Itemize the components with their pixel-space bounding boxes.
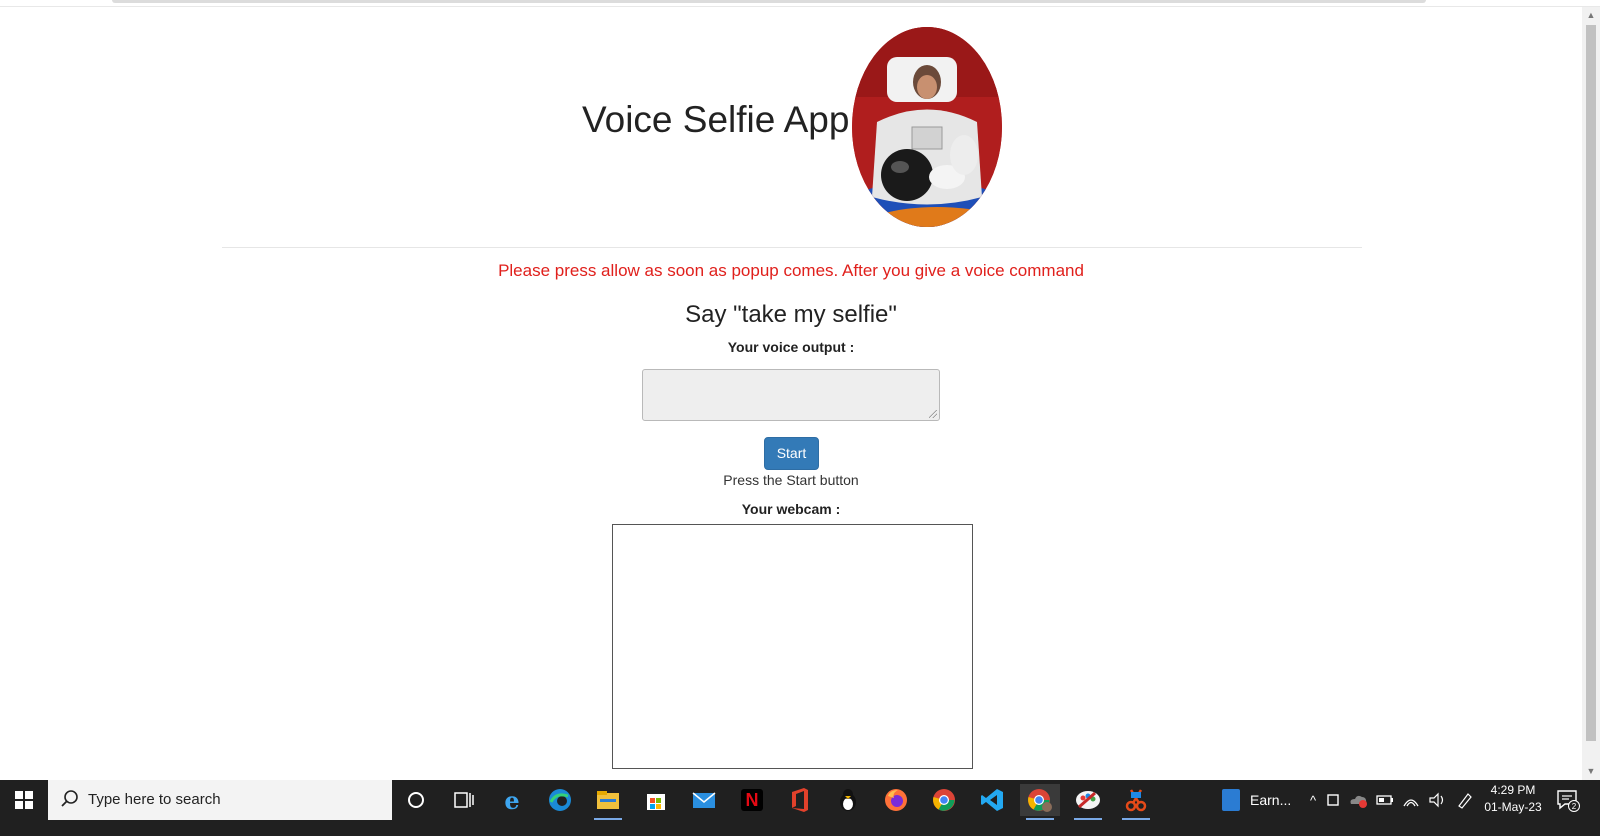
voice-instruction: Say "take my selfie" [685,301,897,328]
task-view-icon[interactable] [444,784,484,816]
status-text: Press the Start button [723,472,859,488]
search-placeholder: Type here to search [88,791,221,808]
chrome-profile-icon[interactable] [1020,784,1060,820]
avatar-image [852,27,1002,227]
edge-icon[interactable] [540,784,580,816]
start-button[interactable]: Start [764,437,819,470]
pen-icon[interactable] [1456,791,1474,809]
windows-logo-icon [15,791,33,809]
cortana-icon[interactable] [396,784,436,816]
taskbar-window-earn[interactable]: Earn... [1222,784,1302,816]
office-icon[interactable] [780,784,820,816]
scrollbar-thumb[interactable] [1586,25,1596,741]
internet-explorer-icon[interactable]: e [492,784,532,816]
clock-time: 4:29 PM [1490,783,1536,797]
page-title: Voice Selfie App [582,99,850,140]
webcam-label: Your webcam : [741,501,841,517]
onedrive-icon[interactable] [1348,792,1368,808]
chevron-up-icon[interactable]: ^ [1310,793,1316,808]
start-menu-button[interactable] [0,780,48,820]
netflix-icon[interactable]: N [732,784,772,816]
header-divider [222,247,1362,248]
document-icon [1222,789,1240,811]
web-page: Voice Selfie App Please press allow as s… [0,7,1582,780]
linux-app-icon[interactable] [828,784,868,816]
firefox-icon[interactable] [876,784,916,816]
taskbar-window-label: Earn... [1250,792,1292,808]
volume-icon[interactable] [1428,792,1446,808]
microsoft-store-icon[interactable] [636,784,676,816]
webcam-view [612,524,973,769]
vertical-scrollbar[interactable]: ▲ ▼ [1582,7,1600,780]
wifi-icon[interactable] [1402,792,1420,808]
voice-output-field[interactable] [642,369,940,421]
taskbar-clock[interactable]: 4:29 PM 01-May-23 [1478,782,1548,816]
browser-top-edge [0,0,1600,7]
scroll-down-icon[interactable]: ▼ [1582,763,1600,780]
notification-icon: 2 [1557,790,1580,812]
meet-now-icon[interactable] [1326,792,1340,808]
search-icon [61,790,78,807]
taskbar-search-box[interactable]: Type here to search [48,780,392,820]
snipping-tool-icon[interactable] [1116,784,1156,820]
browser-scroll-hint [112,0,1426,3]
clock-date: 01-May-23 [1484,800,1542,814]
notification-count: 2 [1572,802,1577,811]
page-header: Voice Selfie App [0,7,1582,247]
system-tray: ^ [1310,780,1474,820]
battery-icon[interactable] [1376,793,1394,807]
mail-icon[interactable] [684,784,724,816]
resize-grip-icon[interactable] [929,410,937,418]
windows-taskbar: Type here to search e N Earn... ^ 4:29 P… [0,780,1600,836]
file-explorer-icon[interactable] [588,784,628,820]
permission-notice: Please press allow as soon as popup come… [498,261,1084,280]
voice-output-label: Your voice output : [727,339,855,355]
notification-center-button[interactable]: 2 [1556,788,1580,812]
chrome-icon[interactable] [924,784,964,816]
paint-app-icon[interactable] [1068,784,1108,820]
vscode-icon[interactable] [972,784,1012,816]
scroll-up-icon[interactable]: ▲ [1582,7,1600,24]
